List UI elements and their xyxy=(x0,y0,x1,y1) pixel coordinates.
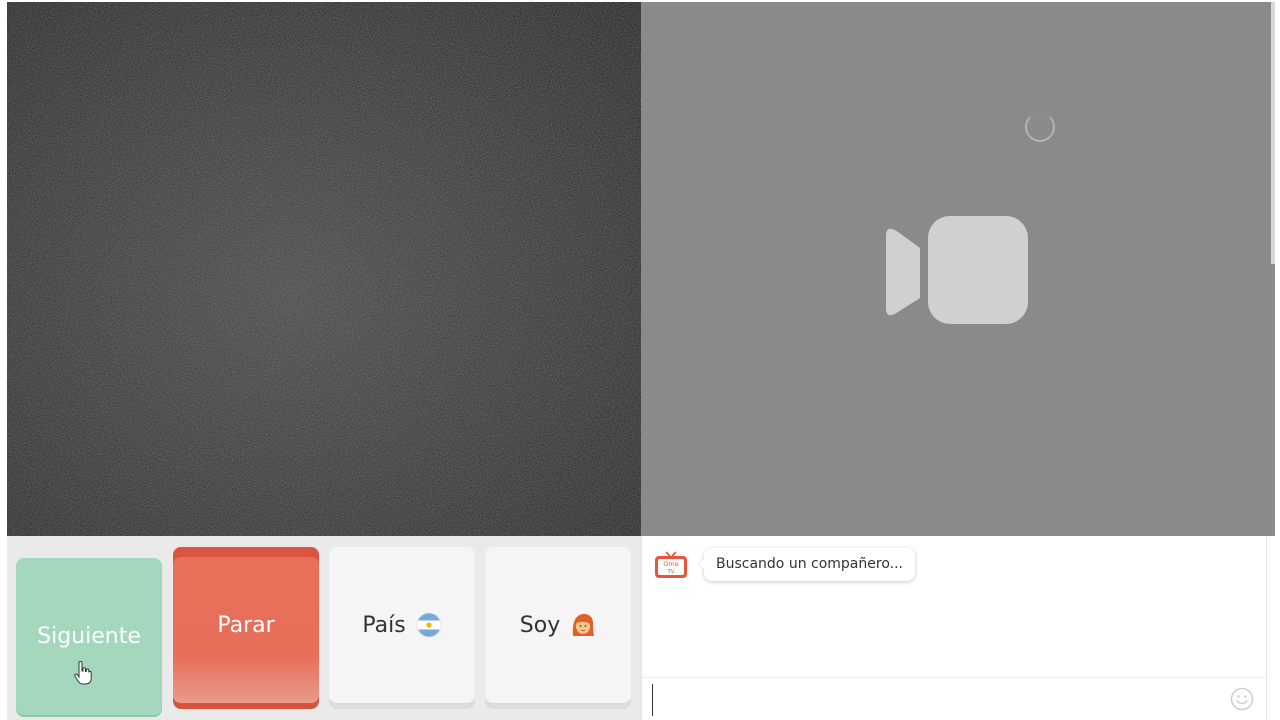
hand-pointer-icon xyxy=(74,661,92,685)
country-button[interactable]: País xyxy=(329,547,475,703)
video-noise xyxy=(7,2,641,536)
next-button[interactable]: Siguiente xyxy=(16,558,162,715)
chat-panel: Ome TV Buscando un compañero... xyxy=(641,536,1267,720)
controls-panel: Siguiente Parar País Soy xyxy=(7,536,641,720)
smile-icon[interactable] xyxy=(1230,687,1254,711)
local-video xyxy=(7,2,641,536)
scrollbar[interactable] xyxy=(1271,2,1275,264)
chat-input[interactable] xyxy=(652,684,1219,716)
svg-text:Ome: Ome xyxy=(663,560,678,568)
loading-spinner-icon xyxy=(1025,112,1055,142)
status-message: Buscando un compañero... xyxy=(704,548,915,581)
country-button-label: País xyxy=(362,612,406,638)
remote-video xyxy=(641,2,1275,536)
gender-button-label: Soy xyxy=(519,612,561,638)
stop-button[interactable]: Parar xyxy=(173,547,319,703)
ome-tv-logo-icon: Ome TV xyxy=(655,551,687,578)
chat-input-area xyxy=(642,677,1266,720)
woman-emoji-icon xyxy=(573,613,595,636)
svg-text:TV: TV xyxy=(666,569,674,575)
video-camera-icon xyxy=(886,216,1028,324)
next-button-label: Siguiente xyxy=(37,624,141,649)
stop-button-label: Parar xyxy=(217,612,275,638)
flag-argentina-icon xyxy=(416,612,442,638)
gender-button[interactable]: Soy xyxy=(485,547,631,703)
